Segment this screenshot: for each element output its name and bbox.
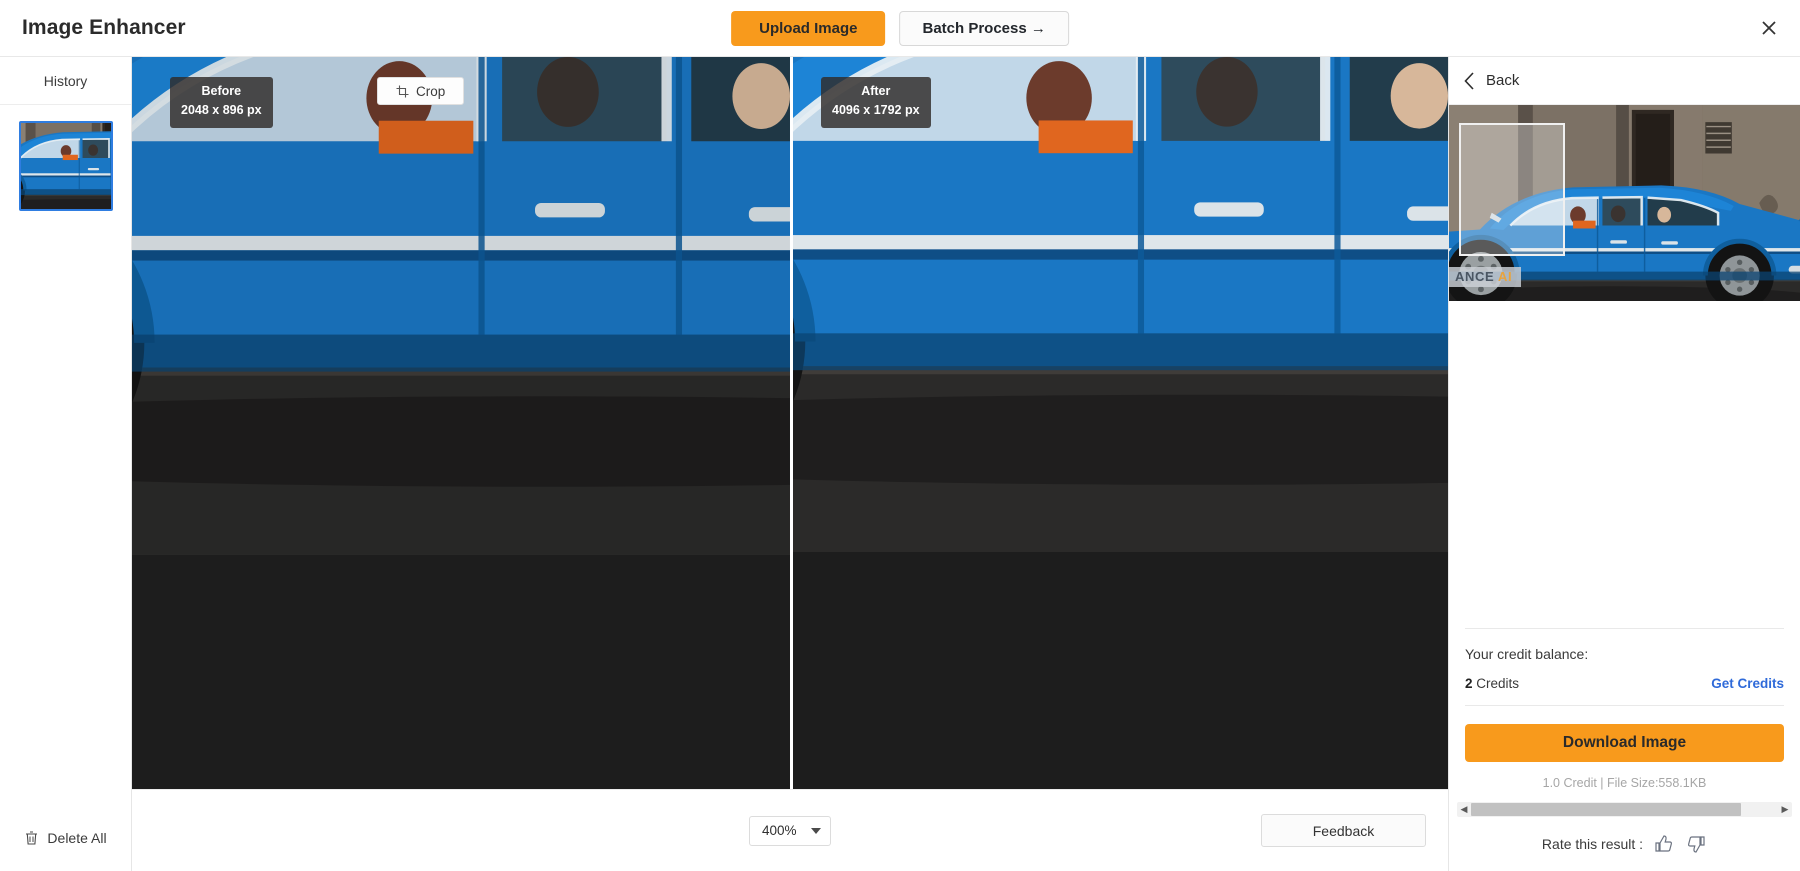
thumbs-up-icon[interactable] xyxy=(1653,833,1675,855)
credit-amount: 2 Credits xyxy=(1465,676,1519,691)
zoom-level-value: 400% xyxy=(762,823,797,838)
trash-icon xyxy=(26,831,38,845)
scrollbar-track[interactable] xyxy=(1471,803,1778,816)
zoom-level-select[interactable]: 400% xyxy=(749,815,831,846)
result-preview[interactable]: ANCE AI xyxy=(1449,105,1800,301)
batch-process-button[interactable]: Batch Process → xyxy=(899,10,1069,46)
download-image-button[interactable]: Download Image xyxy=(1465,724,1784,762)
credit-count: 2 xyxy=(1465,676,1473,691)
feedback-button[interactable]: Feedback xyxy=(1261,814,1426,847)
watermark-label: ANCE AI xyxy=(1449,267,1522,287)
back-button[interactable]: Back xyxy=(1449,57,1800,105)
viewport-selection-rect[interactable] xyxy=(1459,123,1565,256)
thumbs-down-icon[interactable] xyxy=(1685,833,1707,855)
before-image xyxy=(132,57,790,555)
result-panel: Back ANCE AI Your credit balance: 2 Cred… xyxy=(1448,57,1800,871)
rate-result-row: Rate this result : xyxy=(1449,817,1800,871)
main-body: History Delete All Before 2048 x 896 px … xyxy=(0,57,1800,871)
delete-all-label: Delete All xyxy=(47,830,107,846)
close-icon[interactable] xyxy=(1754,13,1784,43)
history-sidebar: History Delete All xyxy=(0,57,132,871)
thumbs-down-glyph xyxy=(1688,836,1705,853)
image-viewer: Before 2048 x 896 px Crop After 4096 x 1… xyxy=(132,57,1448,871)
download-cost-note: 1.0 Credit | File Size:558.1KB xyxy=(1542,776,1707,790)
credit-balance-row: 2 Credits Get Credits xyxy=(1465,676,1784,691)
chevron-left-icon xyxy=(1464,71,1474,90)
history-header: History xyxy=(0,57,131,105)
watermark-text: ANCE xyxy=(1455,269,1495,284)
thumbnail-image xyxy=(20,123,111,209)
page-title: Image Enhancer xyxy=(22,16,186,39)
credit-balance-section: Your credit balance: 2 Credits Get Credi… xyxy=(1465,628,1784,705)
crop-button[interactable]: Crop xyxy=(377,77,465,105)
viewer-toolbar: 400% Feedback xyxy=(132,789,1448,871)
image-enhancer-app: Image Enhancer Upload Image Batch Proces… xyxy=(0,0,1800,871)
before-pane[interactable]: Before 2048 x 896 px Crop xyxy=(132,57,790,789)
header-actions: Upload Image Batch Process → xyxy=(731,10,1069,46)
download-section: Download Image 1.0 Credit | File Size:55… xyxy=(1465,705,1784,790)
crop-icon xyxy=(396,85,409,97)
scrollbar-thumb[interactable] xyxy=(1471,803,1742,816)
delete-all-button[interactable]: Delete All xyxy=(0,805,131,871)
history-thumbnail-list xyxy=(0,105,131,211)
credit-balance-label: Your credit balance: xyxy=(1465,646,1589,662)
crop-label: Crop xyxy=(416,83,446,99)
after-pane[interactable]: After 4096 x 1792 px xyxy=(790,57,1448,789)
scroll-left-arrow[interactable]: ◀ xyxy=(1457,805,1471,814)
scroll-right-arrow[interactable]: ▶ xyxy=(1778,805,1792,814)
close-icon-glyph xyxy=(1762,21,1776,35)
history-thumbnail-item[interactable] xyxy=(18,121,113,211)
upload-image-button[interactable]: Upload Image xyxy=(731,10,886,46)
credit-unit: Credits xyxy=(1472,676,1520,691)
after-image xyxy=(793,57,1448,552)
chevron-down-icon xyxy=(811,827,821,834)
watermark-ai-text: AI xyxy=(1497,269,1513,284)
app-header: Image Enhancer Upload Image Batch Proces… xyxy=(0,0,1800,57)
horizontal-scrollbar[interactable]: ◀ ▶ xyxy=(1457,802,1792,817)
panel-spacer xyxy=(1449,301,1800,628)
back-label: Back xyxy=(1486,72,1520,89)
rate-label: Rate this result : xyxy=(1541,836,1644,852)
thumbs-up-glyph xyxy=(1655,835,1673,852)
get-credits-link[interactable]: Get Credits xyxy=(1711,676,1784,691)
before-after-compare: Before 2048 x 896 px Crop After 4096 x 1… xyxy=(132,57,1448,789)
